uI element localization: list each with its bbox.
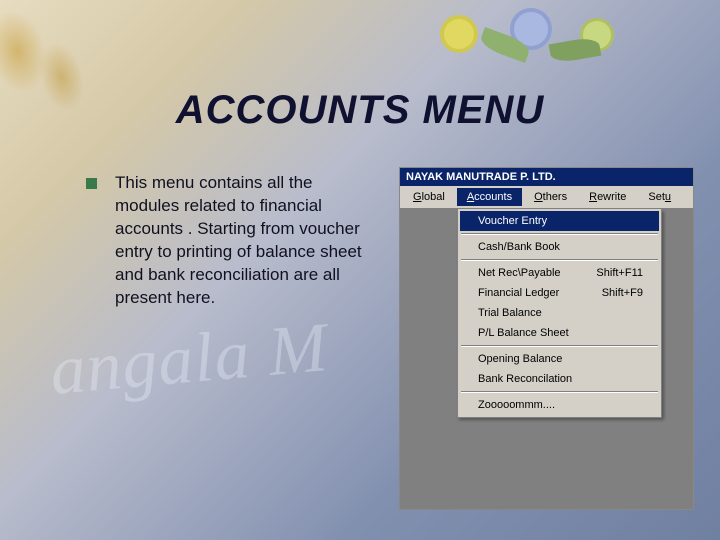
menu-item-p-l-balance-sheet[interactable]: P/L Balance Sheet (460, 323, 659, 343)
window-titlebar: NAYAK MANUTRADE P. LTD. (400, 168, 693, 186)
menubar-item-setu[interactable]: Setu (638, 188, 681, 206)
menu-item-label: Cash/Bank Book (478, 241, 560, 253)
embedded-app-window: NAYAK MANUTRADE P. LTD. GlobalAccountsOt… (400, 168, 693, 509)
watermark-text: angala M (47, 308, 331, 412)
menubar-item-rewrite[interactable]: Rewrite (579, 188, 636, 206)
menubar-item-accounts[interactable]: Accounts (457, 188, 522, 206)
menu-item-label: Opening Balance (478, 353, 562, 365)
menu-item-financial-ledger[interactable]: Financial Ledger Shift+F9 (460, 283, 659, 303)
menu-item-label: P/L Balance Sheet (478, 327, 569, 339)
menu-item-trial-balance[interactable]: Trial Balance (460, 303, 659, 323)
menu-separator (461, 233, 658, 235)
menu-item-label: Bank Reconcilation (478, 373, 572, 385)
menu-item-zooooommm[interactable]: Zooooommm.... (460, 395, 659, 415)
menu-item-shortcut: Shift+F9 (602, 287, 643, 299)
menu-separator (461, 259, 658, 261)
menu-separator (461, 345, 658, 347)
menu-item-shortcut: Shift+F11 (596, 267, 643, 279)
slide-title: ACCOUNTS MENU (0, 88, 720, 133)
menu-item-net-rec-payable[interactable]: Net Rec\Payable Shift+F11 (460, 263, 659, 283)
menu-item-label: Zooooommm.... (478, 399, 555, 411)
app-workspace: Voucher Entry Cash/Bank Book Net Rec\Payab… (400, 209, 693, 509)
menu-item-opening-balance[interactable]: Opening Balance (460, 349, 659, 369)
menu-item-label: Net Rec\Payable (478, 267, 561, 279)
menu-item-cash-bank-book[interactable]: Cash/Bank Book (460, 237, 659, 257)
menu-item-label: Voucher Entry (478, 215, 547, 227)
menu-item-voucher-entry[interactable]: Voucher Entry (460, 211, 659, 231)
slide-body-text: This menu contains all the modules relat… (115, 172, 365, 310)
menubar-item-others[interactable]: Others (524, 188, 577, 206)
menu-item-label: Trial Balance (478, 307, 542, 319)
menu-separator (461, 391, 658, 393)
menu-item-label: Financial Ledger (478, 287, 559, 299)
bullet-icon (86, 178, 97, 189)
menu-item-bank-reconcilation[interactable]: Bank Reconcilation (460, 369, 659, 389)
decor-floral (420, 0, 680, 70)
menubar: GlobalAccountsOthersRewriteSetu (400, 186, 693, 209)
accounts-dropdown: Voucher Entry Cash/Bank Book Net Rec\Payab… (457, 209, 662, 418)
menubar-item-global[interactable]: Global (403, 188, 455, 206)
